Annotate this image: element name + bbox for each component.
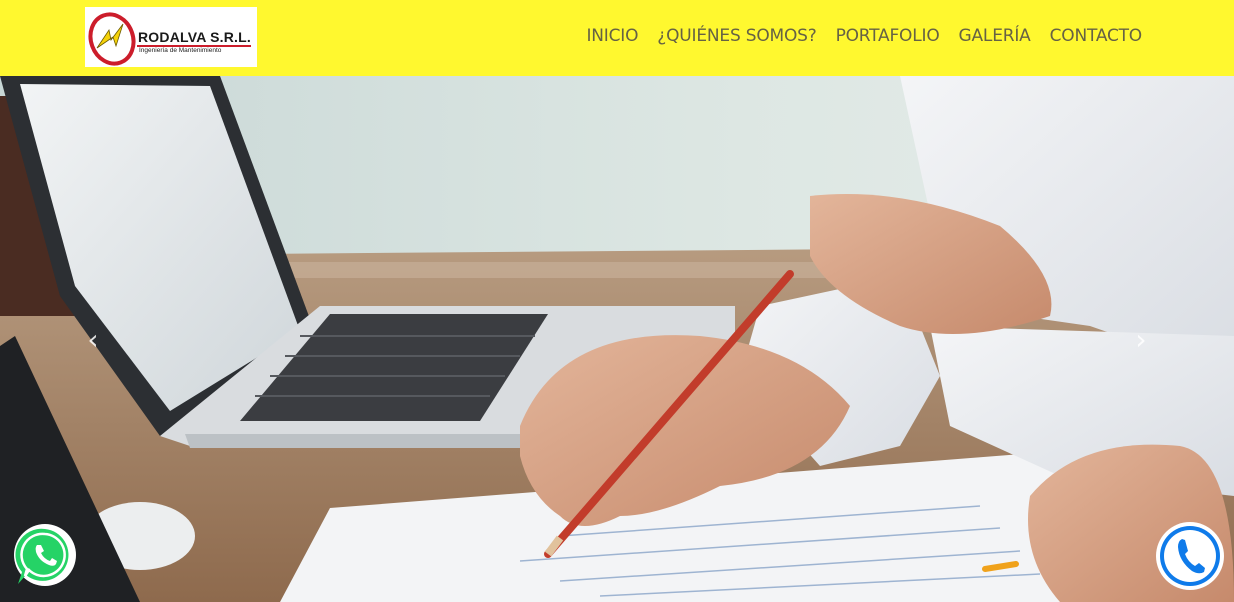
hero-image [0, 76, 1234, 602]
brand-tagline: Ingeniería de Mantenimiento [139, 47, 222, 54]
nav-link-inicio[interactable]: INICIO [586, 26, 638, 46]
phone-icon [1156, 522, 1224, 590]
nav-link-galeria[interactable]: GALERÍA [959, 26, 1031, 46]
whatsapp-button[interactable] [10, 520, 82, 592]
nav-link-quienes-somos[interactable]: ¿QUIÉNES SOMOS? [657, 26, 816, 46]
chevron-right-icon: › [1135, 322, 1147, 356]
chevron-left-icon: ‹ [87, 322, 99, 356]
carousel-next-button[interactable]: › [1126, 322, 1156, 356]
nav-item-quienes-somos: ¿QUIÉNES SOMOS? [657, 26, 816, 46]
carousel-prev-button[interactable]: ‹ [78, 322, 108, 356]
logo-mark-icon [88, 12, 136, 66]
call-button[interactable] [1154, 520, 1226, 592]
nav-item-contacto: CONTACTO [1050, 26, 1143, 46]
navbar: RODALVA S.R.L. Ingeniería de Mantenimien… [0, 0, 1234, 76]
logo[interactable]: RODALVA S.R.L. Ingeniería de Mantenimien… [85, 7, 257, 67]
main-menu: INICIO ¿QUIÉNES SOMOS? PORTAFOLIO GALERÍ… [567, 26, 1142, 46]
brand-name: RODALVA S.R.L. [138, 29, 251, 45]
nav-item-portafolio: PORTAFOLIO [836, 26, 940, 46]
nav-link-contacto[interactable]: CONTACTO [1050, 26, 1143, 46]
hero-carousel: ‹ › [0, 76, 1234, 602]
whatsapp-icon [14, 524, 76, 586]
nav-link-portafolio[interactable]: PORTAFOLIO [836, 26, 940, 46]
nav-item-galeria: GALERÍA [959, 26, 1031, 46]
nav-item-inicio: INICIO [586, 26, 638, 46]
